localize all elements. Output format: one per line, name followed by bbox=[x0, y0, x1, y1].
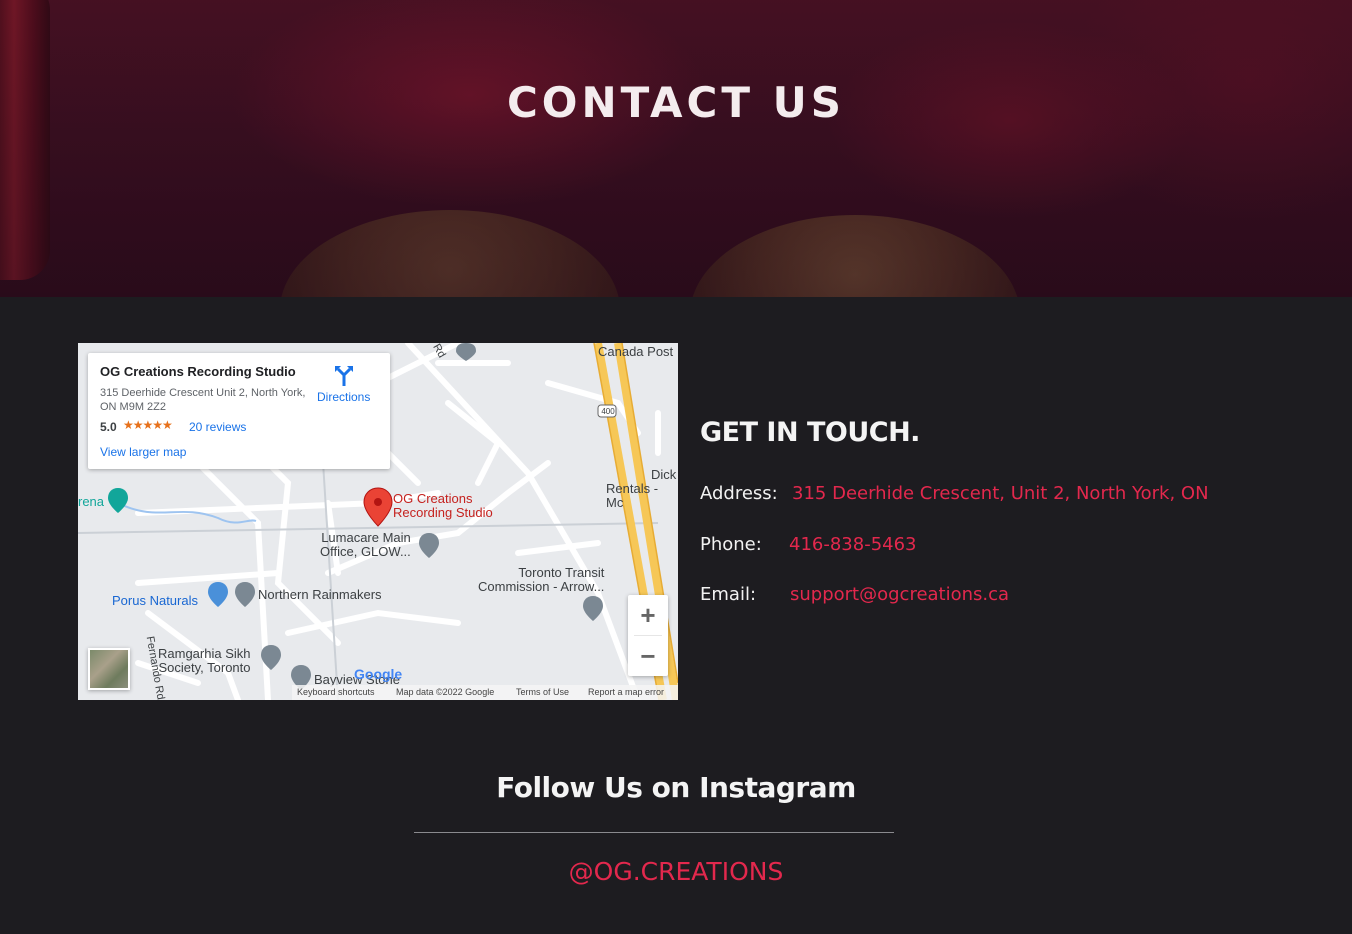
place-info-card: OG Creations Recording Studio 315 Deerhi… bbox=[88, 353, 390, 469]
map-label-ttc[interactable]: Toronto Transit Commission - Arrow... bbox=[478, 566, 604, 594]
report-map-error-link[interactable]: Report a map error bbox=[588, 687, 664, 697]
directions-link[interactable]: Directions bbox=[317, 390, 370, 404]
email-label: Email: bbox=[700, 584, 757, 605]
address-value: 315 Deerhide Crescent, Unit 2, North Yor… bbox=[792, 483, 1209, 504]
page-title: CONTACT US bbox=[506, 78, 846, 127]
map-label-rentals: Rentals - Mc bbox=[606, 481, 659, 510]
map-data-text: Map data ©2022 Google bbox=[396, 687, 495, 697]
instagram-handle-link[interactable]: @OG.CREATIONS bbox=[0, 857, 1352, 886]
instagram-heading: Follow Us on Instagram bbox=[496, 771, 856, 804]
terms-of-use-link[interactable]: Terms of Use bbox=[516, 687, 569, 697]
map-label-porus-naturals[interactable]: Porus Naturals bbox=[112, 594, 198, 608]
phone-link[interactable]: 416-838-5463 bbox=[789, 534, 917, 555]
address-label: Address: bbox=[700, 483, 778, 504]
zoom-out-button[interactable]: − bbox=[628, 636, 668, 676]
divider bbox=[414, 832, 894, 833]
map-label-canada-post: Canada Post bbox=[598, 344, 674, 359]
get-in-touch-heading: GET IN TOUCH. bbox=[700, 417, 920, 448]
zoom-in-button[interactable]: + bbox=[628, 595, 668, 635]
map-label-og-creations[interactable]: OG Creations Recording Studio bbox=[393, 492, 493, 520]
hero-banner: CONTACT US bbox=[0, 0, 1352, 297]
reviews-link[interactable]: 20 reviews bbox=[189, 420, 246, 434]
keyboard-shortcuts-link[interactable]: Keyboard shortcuts bbox=[297, 687, 375, 697]
phone-label: Phone: bbox=[700, 534, 762, 555]
map-label-dick: Dick bbox=[651, 467, 677, 482]
map-label-northern-rainmakers[interactable]: Northern Rainmakers bbox=[258, 588, 382, 602]
map-label-highway-400: 400 bbox=[601, 407, 615, 416]
map-footer: Keyboard shortcuts Map data ©2022 Google… bbox=[292, 685, 678, 700]
satellite-toggle-button[interactable] bbox=[88, 648, 130, 690]
map-label-arena: rena bbox=[78, 494, 105, 509]
google-logo: Google bbox=[354, 666, 403, 682]
directions-icon[interactable] bbox=[333, 365, 355, 387]
google-map[interactable]: Canada Post Rd 400 Dick Rentals - Mc ren… bbox=[78, 343, 678, 700]
zoom-controls: + − bbox=[628, 595, 668, 676]
map-label-ramgarhia[interactable]: Ramgarhia Sikh Society, Toronto bbox=[158, 647, 251, 675]
place-title: OG Creations Recording Studio bbox=[100, 364, 296, 379]
email-link[interactable]: support@ogcreations.ca bbox=[790, 584, 1009, 605]
map-label-lumacare[interactable]: Lumacare Main Office, GLOW... bbox=[320, 531, 411, 559]
place-address: 315 Deerhide Crescent Unit 2, North York… bbox=[100, 387, 306, 413]
view-larger-map-link[interactable]: View larger map bbox=[100, 445, 186, 459]
rating-stars-icon: ★★★★★ bbox=[123, 418, 173, 432]
place-rating: 5.0 bbox=[100, 420, 117, 434]
